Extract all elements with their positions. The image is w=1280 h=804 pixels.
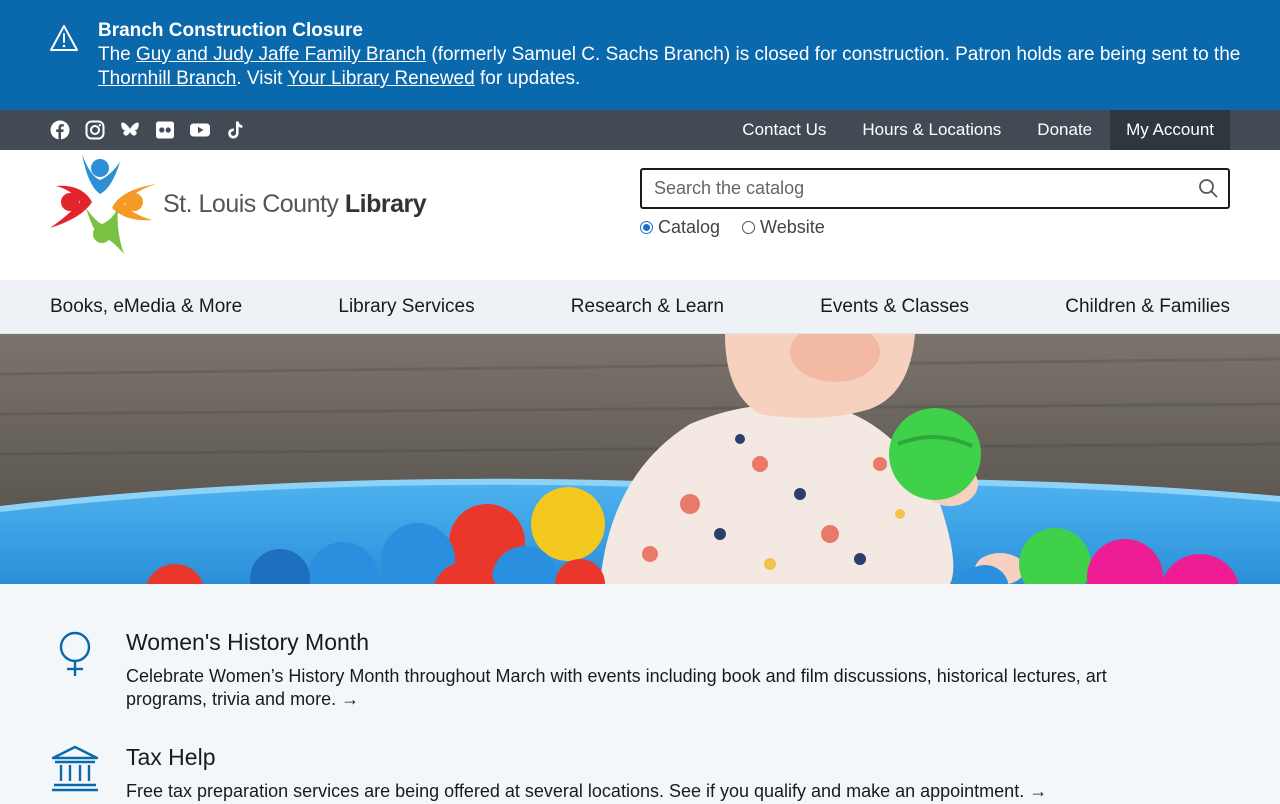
news-section: Women's History Month Celebrate Women’s … [0, 584, 1280, 801]
news-item[interactable]: Women's History Month Celebrate Women’s … [50, 629, 1230, 729]
donate-link[interactable]: Donate [1019, 110, 1110, 150]
radio-selected-icon[interactable] [640, 221, 653, 234]
catalog-radio[interactable]: Catalog [640, 217, 720, 238]
website-radio-label: Website [760, 217, 825, 237]
female-symbol-icon [59, 631, 91, 676]
hero-image [0, 334, 1280, 584]
thornhill-branch-link[interactable]: Thornhill Branch [98, 68, 236, 89]
tiktok-icon[interactable] [225, 120, 245, 140]
radio-unselected-icon[interactable] [742, 221, 756, 234]
hours-locations-link[interactable]: Hours & Locations [844, 110, 1019, 150]
logo-figures-icon [50, 154, 156, 254]
alert-title: Branch Construction Closure [98, 20, 363, 41]
nav-events-classes[interactable]: Events & Classes [820, 280, 969, 334]
news-item[interactable]: Tax Help Free tax preparation services a… [50, 744, 1230, 804]
alert-text: for updates. [474, 68, 581, 89]
logo-wordmark: St. Louis County Library [163, 190, 427, 218]
catalog-radio-label: Catalog [658, 217, 721, 237]
news-title[interactable]: Women's History Month [126, 629, 369, 656]
jaffe-branch-link[interactable]: Guy and Judy Jaffe Family Branch [136, 44, 426, 65]
warning-icon [50, 25, 78, 51]
news-title[interactable]: Tax Help [126, 744, 215, 771]
alert-banner: Branch Construction Closure The Guy and … [0, 0, 1280, 110]
government-building-icon [51, 745, 99, 792]
main-navigation: Books, eMedia & More Library Services Re… [0, 280, 1280, 334]
website-radio[interactable]: Website [742, 217, 825, 238]
nav-library-services[interactable]: Library Services [338, 280, 474, 334]
youtube-icon[interactable] [190, 120, 210, 140]
nav-research-learn[interactable]: Research & Learn [571, 280, 724, 334]
utility-links: Contact Us Hours & Locations Donate My A… [724, 110, 1230, 150]
search-icon[interactable] [1198, 178, 1218, 198]
library-logo[interactable]: St. Louis County Library [48, 150, 427, 260]
utility-bar: Contact Us Hours & Locations Donate My A… [0, 110, 1280, 150]
search-scope: Catalog Website [640, 217, 825, 238]
child-in-ball-pit-illustration [0, 334, 1280, 584]
search-input[interactable] [642, 170, 1172, 207]
alert-text: (formerly Samuel C. Sachs Branch) is clo… [426, 44, 1241, 65]
nav-children-families[interactable]: Children & Families [1065, 280, 1230, 334]
library-renewed-link[interactable]: Your Library Renewed [287, 68, 474, 89]
my-account-link[interactable]: My Account [1110, 110, 1230, 150]
flickr-icon[interactable] [155, 120, 175, 140]
catalog-search-box [640, 168, 1230, 209]
social-links [50, 120, 245, 140]
site-header: St. Louis County Library Catalog Website [0, 150, 1280, 280]
facebook-icon[interactable] [50, 120, 70, 140]
bluesky-icon[interactable] [120, 120, 140, 140]
alert-text: . Visit [236, 68, 288, 89]
instagram-icon[interactable] [85, 120, 105, 140]
alert-text: The [98, 44, 137, 65]
nav-books-emedia[interactable]: Books, eMedia & More [50, 280, 242, 334]
contact-us-link[interactable]: Contact Us [724, 110, 844, 150]
news-description[interactable]: Celebrate Women’s History Month througho… [126, 665, 1186, 711]
